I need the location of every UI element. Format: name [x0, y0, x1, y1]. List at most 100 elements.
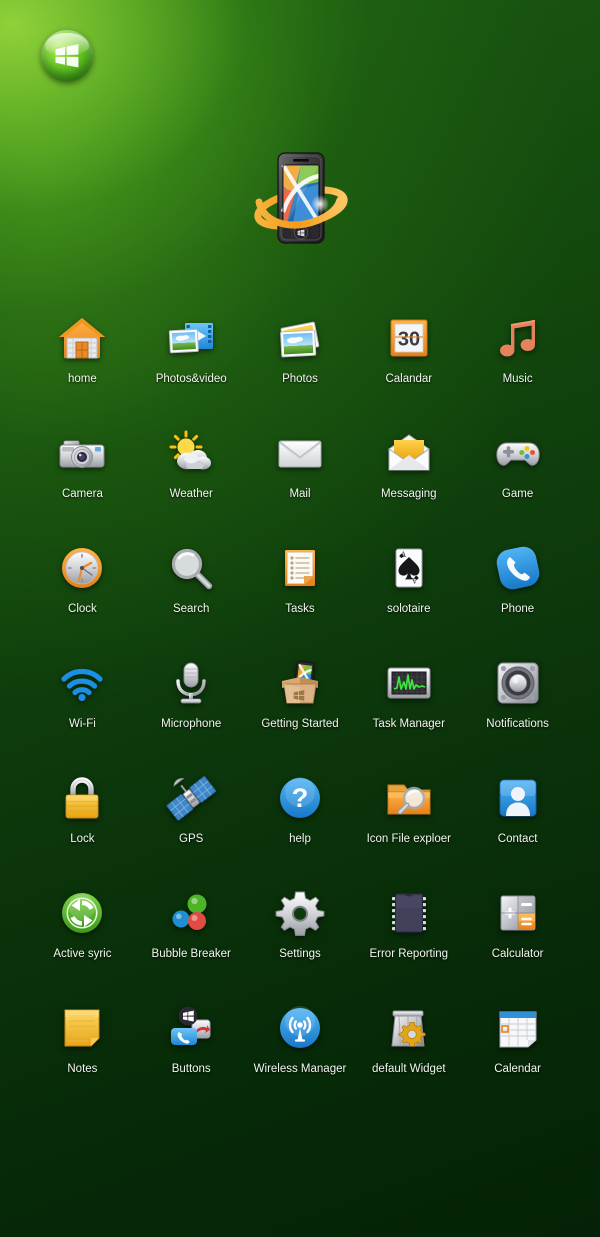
app-cell-home[interactable]: home	[28, 312, 137, 406]
calendar-grid-icon[interactable]	[492, 1002, 544, 1054]
app-cell-icon-file-exploer[interactable]: Icon File exploer	[354, 772, 463, 866]
phone-handset-icon[interactable]	[492, 542, 544, 594]
app-label: Camera	[62, 488, 103, 501]
app-cell-search[interactable]: Search	[137, 542, 246, 636]
app-cell-buttons[interactable]: Buttons	[137, 1002, 246, 1096]
app-cell-task-manager[interactable]: Task Manager	[354, 657, 463, 751]
memory-chip-icon[interactable]	[383, 887, 435, 939]
app-label: Weather	[170, 488, 213, 501]
house-icon[interactable]	[56, 312, 108, 364]
app-cell-phone[interactable]: Phone	[463, 542, 572, 636]
app-icon-grid: home Photos&video Photos Calandar Music Camer…	[28, 312, 572, 1096]
person-card-icon[interactable]	[492, 772, 544, 824]
padlock-icon[interactable]	[56, 772, 108, 824]
notepad-icon[interactable]	[56, 1002, 108, 1054]
gear-icon[interactable]	[274, 887, 326, 939]
broadcast-tower-icon[interactable]	[274, 1002, 326, 1054]
app-label: Photos&video	[156, 373, 227, 386]
app-label: Phone	[501, 603, 534, 616]
app-cell-photos[interactable]: Photos	[246, 312, 355, 406]
sun-cloud-icon[interactable]	[165, 427, 217, 479]
app-cell-mail[interactable]: Mail	[246, 427, 355, 521]
ace-of-spades-icon[interactable]	[383, 542, 435, 594]
desktop-wallpaper: home Photos&video Photos Calandar Music Camer…	[0, 0, 600, 1237]
app-cell-tasks[interactable]: Tasks	[246, 542, 355, 636]
app-cell-calculator[interactable]: Calculator	[463, 887, 572, 981]
app-label: Messaging	[381, 488, 437, 501]
app-cell-music[interactable]: Music	[463, 312, 572, 406]
app-label: Music	[503, 373, 533, 386]
music-note-icon[interactable]	[492, 312, 544, 364]
app-label: GPS	[179, 833, 203, 846]
app-label: home	[68, 373, 97, 386]
app-cell-wi-fi[interactable]: Wi-Fi	[28, 657, 137, 751]
envelope-closed-icon[interactable]	[274, 427, 326, 479]
app-label: help	[289, 833, 311, 846]
app-label: Buttons	[172, 1063, 211, 1076]
app-cell-getting-started[interactable]: Getting Started	[246, 657, 355, 751]
app-cell-messaging[interactable]: Messaging	[354, 427, 463, 521]
app-cell-error-reporting[interactable]: Error Reporting	[354, 887, 463, 981]
app-cell-wireless-manager[interactable]: Wireless Manager	[246, 1002, 355, 1096]
app-label: Calandar	[385, 373, 432, 386]
question-mark-icon[interactable]	[274, 772, 326, 824]
open-box-device-icon[interactable]	[274, 657, 326, 709]
app-label: Lock	[70, 833, 94, 846]
analog-clock-icon[interactable]	[56, 542, 108, 594]
app-label: Icon File exploer	[367, 833, 451, 846]
app-cell-calandar[interactable]: Calandar	[354, 312, 463, 406]
app-cell-lock[interactable]: Lock	[28, 772, 137, 866]
widget-gear-icon[interactable]	[383, 1002, 435, 1054]
app-label: Photos	[282, 373, 318, 386]
checklist-page-icon[interactable]	[274, 542, 326, 594]
app-label: Microphone	[161, 718, 221, 731]
photo-stack-icon[interactable]	[274, 312, 326, 364]
app-cell-contact[interactable]: Contact	[463, 772, 572, 866]
app-cell-notes[interactable]: Notes	[28, 1002, 137, 1096]
calculator-icon[interactable]	[492, 887, 544, 939]
app-label: Notifications	[486, 718, 549, 731]
envelope-open-icon[interactable]	[383, 427, 435, 479]
contact-buttons-icon[interactable]	[165, 1002, 217, 1054]
gamepad-icon[interactable]	[492, 427, 544, 479]
sync-arrows-icon[interactable]	[56, 887, 108, 939]
windows-mobile-device-logo	[253, 146, 349, 250]
app-cell-microphone[interactable]: Microphone	[137, 657, 246, 751]
photo-filmstrip-icon[interactable]	[165, 312, 217, 364]
app-cell-photos-video[interactable]: Photos&video	[137, 312, 246, 406]
app-cell-notifications[interactable]: Notifications	[463, 657, 572, 751]
app-cell-game[interactable]: Game	[463, 427, 572, 521]
wifi-signal-icon[interactable]	[56, 657, 108, 709]
app-cell-gps[interactable]: GPS	[137, 772, 246, 866]
app-cell-settings[interactable]: Settings	[246, 887, 355, 981]
app-cell-help[interactable]: help	[246, 772, 355, 866]
app-cell-calendar[interactable]: Calendar	[463, 1002, 572, 1096]
app-label: Calendar	[494, 1063, 541, 1076]
app-cell-active-syric[interactable]: Active syric	[28, 887, 137, 981]
app-label: Clock	[68, 603, 97, 616]
app-label: Contact	[498, 833, 538, 846]
magnifier-icon[interactable]	[165, 542, 217, 594]
app-label: Bubble Breaker	[152, 948, 231, 961]
app-cell-clock[interactable]: Clock	[28, 542, 137, 636]
app-label: Wireless Manager	[254, 1063, 347, 1076]
app-label: Wi-Fi	[69, 718, 96, 731]
start-orb-button[interactable]	[41, 30, 93, 82]
app-cell-solotaire[interactable]: solotaire	[354, 542, 463, 636]
app-cell-bubble-breaker[interactable]: Bubble Breaker	[137, 887, 246, 981]
app-label: solotaire	[387, 603, 430, 616]
colored-bubbles-icon[interactable]	[165, 887, 217, 939]
app-label: Settings	[279, 948, 321, 961]
windows-mobile-device-icon	[253, 146, 349, 250]
monitor-graph-icon[interactable]	[383, 657, 435, 709]
app-label: Error Reporting	[369, 948, 448, 961]
app-cell-weather[interactable]: Weather	[137, 427, 246, 521]
calendar-30-icon[interactable]	[383, 312, 435, 364]
folder-magnifier-icon[interactable]	[383, 772, 435, 824]
camera-icon[interactable]	[56, 427, 108, 479]
microphone-icon[interactable]	[165, 657, 217, 709]
speaker-icon[interactable]	[492, 657, 544, 709]
satellite-icon[interactable]	[165, 772, 217, 824]
app-cell-default-widget[interactable]: default Widget	[354, 1002, 463, 1096]
app-cell-camera[interactable]: Camera	[28, 427, 137, 521]
